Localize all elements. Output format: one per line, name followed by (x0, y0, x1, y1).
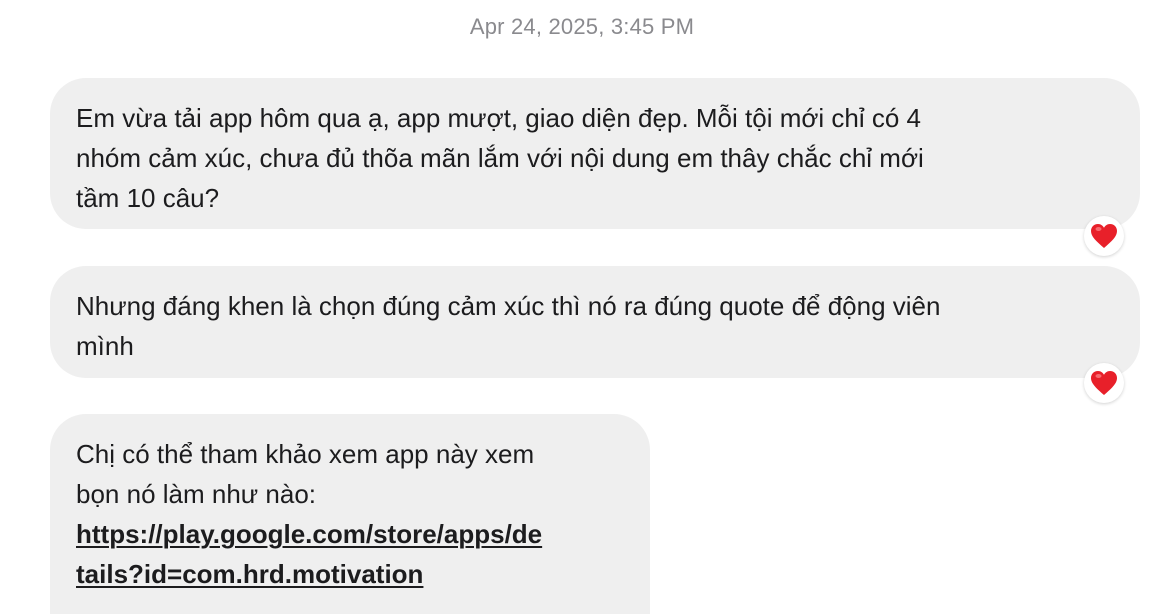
message-text-line: nhóm cảm xúc, chưa đủ thõa mãn lắm với n… (76, 143, 924, 173)
message-text-line: bọn nó làm như nào: (76, 479, 317, 509)
play-store-link[interactable]: tails?id=com.hrd.motivation (76, 554, 624, 594)
heart-reaction[interactable] (1084, 363, 1124, 403)
message-bubble[interactable]: Em vừa tải app hôm qua ạ, app mượt, giao… (50, 78, 1140, 229)
message-text-line: Nhưng đáng khen là chọn đúng cảm xúc thì… (76, 291, 941, 321)
heart-reaction[interactable] (1084, 216, 1124, 256)
message-bubble[interactable]: Chị có thể tham khảo xem app này xem bọn… (50, 414, 650, 614)
message-text-line: mình (76, 331, 134, 361)
message-text-line: Chị có thể tham khảo xem app này xem (76, 439, 535, 469)
message-timestamp: Apr 24, 2025, 3:45 PM (469, 14, 695, 39)
heart-icon (1091, 224, 1117, 248)
play-store-link[interactable]: https://play.google.com/store/apps/de (76, 514, 624, 554)
heart-icon (1091, 371, 1117, 395)
message-bubble[interactable]: Nhưng đáng khen là chọn đúng cảm xúc thì… (50, 266, 1140, 378)
message-text-line: tầm 10 câu? (76, 183, 220, 213)
message-text-line: Em vừa tải app hôm qua ạ, app mượt, giao… (76, 103, 921, 133)
